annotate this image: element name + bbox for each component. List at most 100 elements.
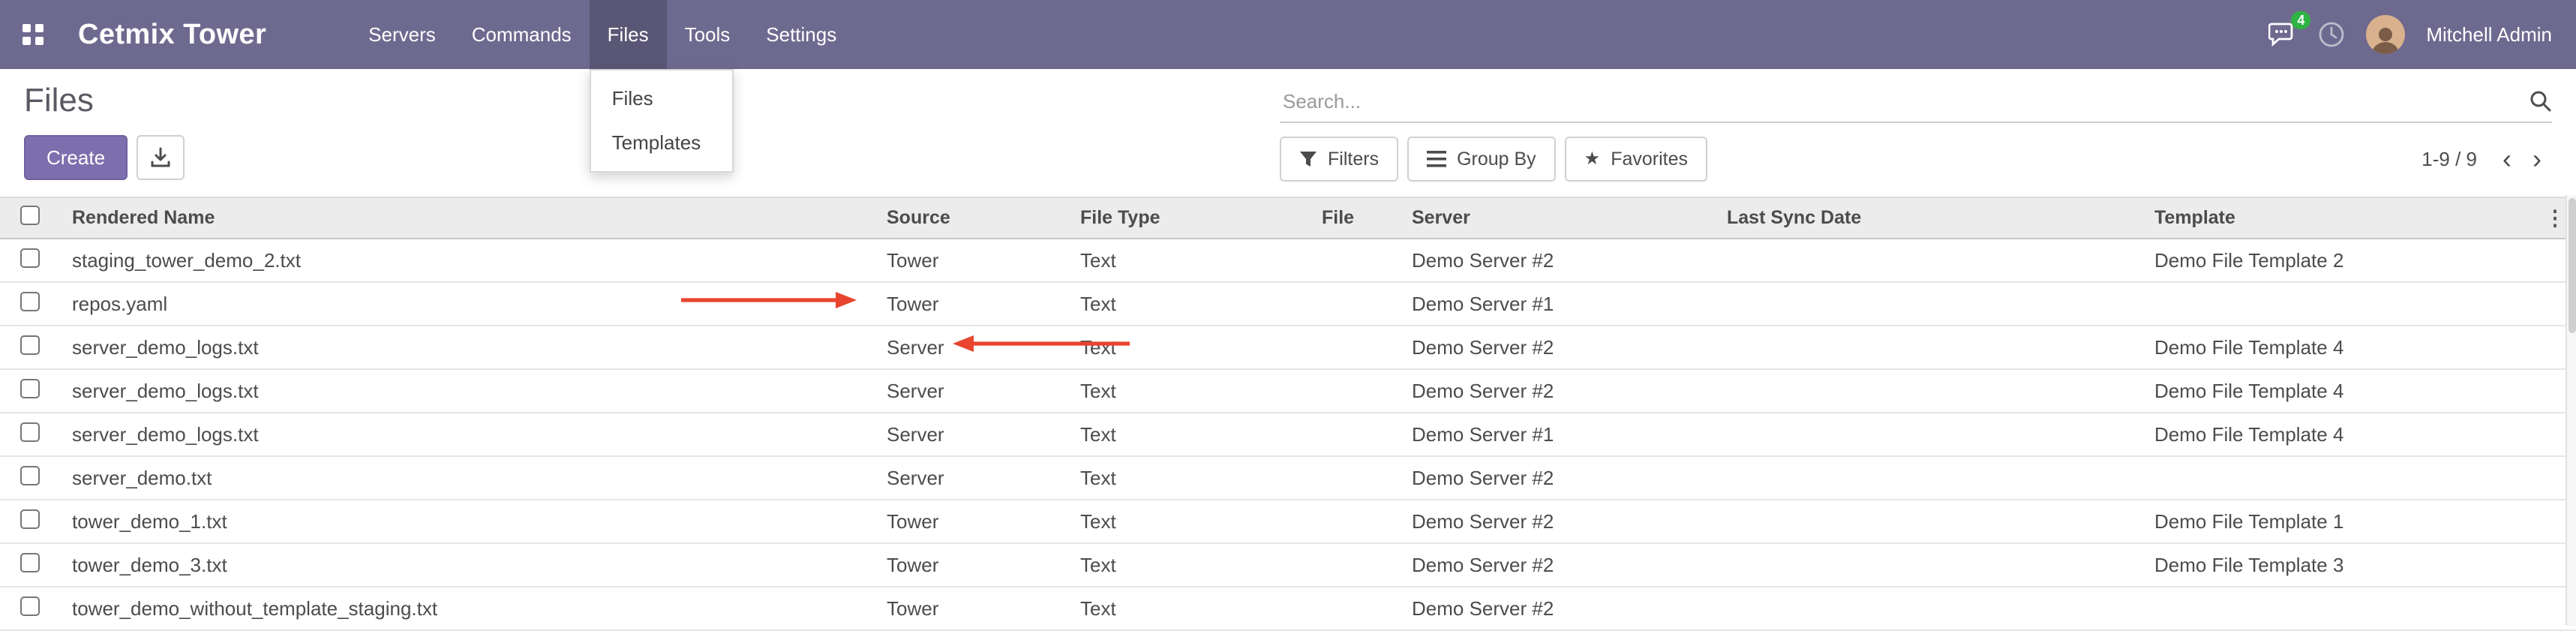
cell-server[interactable]: Demo Server #2 xyxy=(1400,587,1715,630)
cell-file-type[interactable]: Text xyxy=(1068,543,1310,587)
row-checkbox[interactable] xyxy=(20,379,40,398)
cell-template[interactable] xyxy=(2142,456,2534,500)
scrollbar-thumb[interactable] xyxy=(2568,198,2576,333)
menu-commands[interactable]: Commands xyxy=(454,0,590,69)
row-checkbox[interactable] xyxy=(20,466,40,485)
cell-last-sync-date[interactable] xyxy=(1715,456,2142,500)
user-name[interactable]: Mitchell Admin xyxy=(2426,23,2552,47)
column-header-file[interactable]: File xyxy=(1310,197,1400,239)
cell-server[interactable]: Demo Server #1 xyxy=(1400,282,1715,326)
vertical-scrollbar[interactable] xyxy=(2565,195,2576,626)
menu-settings[interactable]: Settings xyxy=(748,0,854,69)
cell-file[interactable] xyxy=(1310,587,1400,630)
messages-button[interactable]: 4 xyxy=(2268,22,2297,47)
cell-file[interactable] xyxy=(1310,326,1400,369)
cell-file-type[interactable]: Text xyxy=(1068,456,1310,500)
cell-file-type[interactable]: Text xyxy=(1068,369,1310,413)
cell-source[interactable]: Tower xyxy=(875,239,1068,282)
cell-template[interactable]: Demo File Template 2 xyxy=(2142,239,2534,282)
row-checkbox[interactable] xyxy=(20,335,40,355)
pager-next-button[interactable]: › xyxy=(2522,146,2552,173)
cell-source[interactable]: Tower xyxy=(875,500,1068,543)
table-row[interactable]: staging_tower_demo_2.txt Tower Text Demo… xyxy=(0,239,2576,282)
cell-file-type[interactable]: Text xyxy=(1068,413,1310,456)
table-row[interactable]: server_demo_logs.txt Server Text Demo Se… xyxy=(0,326,2576,369)
cell-last-sync-date[interactable] xyxy=(1715,543,2142,587)
cell-rendered-name[interactable]: tower_demo_1.txt xyxy=(60,500,875,543)
table-row[interactable]: server_demo_logs.txt Server Text Demo Se… xyxy=(0,413,2576,456)
cell-server[interactable]: Demo Server #2 xyxy=(1400,543,1715,587)
cell-rendered-name[interactable]: server_demo_logs.txt xyxy=(60,369,875,413)
group-by-button[interactable]: Group By xyxy=(1407,137,1556,182)
cell-source[interactable]: Tower xyxy=(875,587,1068,630)
cell-template[interactable]: Demo File Template 4 xyxy=(2142,326,2534,369)
row-checkbox[interactable] xyxy=(20,509,40,529)
table-row[interactable]: server_demo_logs.txt Server Text Demo Se… xyxy=(0,369,2576,413)
table-row[interactable]: tower_demo_without_template_staging.txt … xyxy=(0,587,2576,630)
cell-file-type[interactable]: Text xyxy=(1068,282,1310,326)
cell-file[interactable] xyxy=(1310,500,1400,543)
cell-rendered-name[interactable]: repos.yaml xyxy=(60,282,875,326)
cell-last-sync-date[interactable] xyxy=(1715,500,2142,543)
export-button[interactable] xyxy=(137,135,185,180)
column-header-rendered-name[interactable]: Rendered Name xyxy=(60,197,875,239)
cell-file[interactable] xyxy=(1310,543,1400,587)
cell-rendered-name[interactable]: server_demo_logs.txt xyxy=(60,326,875,369)
cell-template[interactable]: Demo File Template 4 xyxy=(2142,369,2534,413)
table-row[interactable]: repos.yaml Tower Text Demo Server #1 xyxy=(0,282,2576,326)
filters-button[interactable]: Filters xyxy=(1280,137,1398,182)
cell-template[interactable]: Demo File Template 1 xyxy=(2142,500,2534,543)
user-avatar[interactable] xyxy=(2366,15,2405,54)
create-button[interactable]: Create xyxy=(24,135,128,180)
table-row[interactable]: tower_demo_3.txt Tower Text Demo Server … xyxy=(0,543,2576,587)
cell-last-sync-date[interactable] xyxy=(1715,413,2142,456)
cell-file[interactable] xyxy=(1310,413,1400,456)
row-checkbox[interactable] xyxy=(20,422,40,442)
cell-template[interactable]: Demo File Template 3 xyxy=(2142,543,2534,587)
cell-server[interactable]: Demo Server #2 xyxy=(1400,239,1715,282)
cell-file[interactable] xyxy=(1310,456,1400,500)
cell-last-sync-date[interactable] xyxy=(1715,282,2142,326)
dropdown-item-files[interactable]: Files xyxy=(591,77,732,121)
menu-servers[interactable]: Servers xyxy=(350,0,454,69)
cell-template[interactable]: Demo File Template 4 xyxy=(2142,413,2534,456)
row-checkbox[interactable] xyxy=(20,596,40,616)
cell-template[interactable] xyxy=(2142,282,2534,326)
row-checkbox[interactable] xyxy=(20,553,40,572)
cell-source[interactable]: Tower xyxy=(875,282,1068,326)
column-header-file-type[interactable]: File Type xyxy=(1068,197,1310,239)
cell-last-sync-date[interactable] xyxy=(1715,239,2142,282)
search-icon[interactable] xyxy=(2529,90,2552,113)
cell-server[interactable]: Demo Server #2 xyxy=(1400,500,1715,543)
table-row[interactable]: server_demo.txt Server Text Demo Server … xyxy=(0,456,2576,500)
cell-rendered-name[interactable]: server_demo.txt xyxy=(60,456,875,500)
search-input[interactable] xyxy=(1280,89,2529,115)
cell-rendered-name[interactable]: server_demo_logs.txt xyxy=(60,413,875,456)
cell-rendered-name[interactable]: staging_tower_demo_2.txt xyxy=(60,239,875,282)
menu-tools[interactable]: Tools xyxy=(667,0,749,69)
cell-server[interactable]: Demo Server #2 xyxy=(1400,369,1715,413)
row-checkbox[interactable] xyxy=(20,292,40,311)
activities-button[interactable] xyxy=(2318,21,2345,48)
cell-last-sync-date[interactable] xyxy=(1715,369,2142,413)
cell-server[interactable]: Demo Server #2 xyxy=(1400,456,1715,500)
cell-file[interactable] xyxy=(1310,369,1400,413)
column-header-template[interactable]: Template xyxy=(2142,197,2534,239)
column-header-source[interactable]: Source xyxy=(875,197,1068,239)
dropdown-item-templates[interactable]: Templates xyxy=(591,121,732,165)
cell-source[interactable]: Server xyxy=(875,456,1068,500)
select-all-checkbox[interactable] xyxy=(20,206,40,225)
cell-file-type[interactable]: Text xyxy=(1068,239,1310,282)
cell-source[interactable]: Server xyxy=(875,326,1068,369)
column-header-server[interactable]: Server xyxy=(1400,197,1715,239)
cell-file-type[interactable]: Text xyxy=(1068,500,1310,543)
cell-last-sync-date[interactable] xyxy=(1715,326,2142,369)
cell-server[interactable]: Demo Server #1 xyxy=(1400,413,1715,456)
cell-file-type[interactable]: Text xyxy=(1068,326,1310,369)
pager-previous-button[interactable]: ‹ xyxy=(2492,146,2522,173)
optional-columns-icon[interactable]: ⋮ xyxy=(2544,206,2565,230)
cell-file-type[interactable]: Text xyxy=(1068,587,1310,630)
table-row[interactable]: tower_demo_1.txt Tower Text Demo Server … xyxy=(0,500,2576,543)
column-header-last-sync-date[interactable]: Last Sync Date xyxy=(1715,197,2142,239)
cell-rendered-name[interactable]: tower_demo_without_template_staging.txt xyxy=(60,587,875,630)
